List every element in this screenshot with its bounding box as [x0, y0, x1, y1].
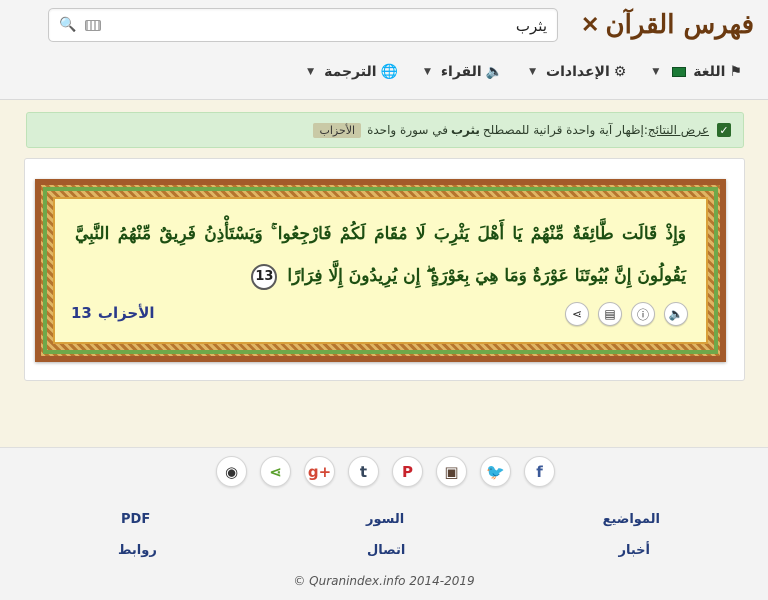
nav-language-label: اللغة [693, 64, 726, 80]
twitter-icon[interactable]: 🐦 [480, 456, 511, 487]
copyright: © Quranindex.info 2014-2019 [293, 574, 475, 588]
nav-reciters[interactable]: 🔈 القراء ▼ [424, 64, 503, 80]
share-icon[interactable]: ⋖ [260, 456, 291, 487]
share-icon: ⋖ [571, 307, 583, 321]
nav-language[interactable]: ⚑ اللغة ▼ [652, 64, 742, 80]
header-bar: فهرس القرآن ✕ 🔍 🌐 الترجمة ▼ 🔈 القراء ▼ ⚙… [0, 0, 768, 100]
info-icon: ⓘ [636, 307, 649, 322]
caret-down-icon: ▼ [423, 67, 431, 77]
nav-translation-label: الترجمة [324, 64, 377, 80]
site-logo[interactable]: فهرس القرآن ✕ [581, 10, 754, 40]
footer-link-news[interactable]: أخبار [619, 543, 651, 558]
logo-mark-icon: ✕ [581, 12, 600, 38]
share-button[interactable]: ⋖ [565, 302, 589, 326]
notice-text-1: إظهار آية واحدة قرانية للمصطلح [482, 123, 644, 137]
verse-frame: وَإِذْ قَالَت طَّائِفَةٌ مِّنْهُمْ يَا أ… [35, 179, 726, 362]
nav-settings[interactable]: ⚙ الإعدادات ▼ [529, 64, 626, 80]
tumblr-icon[interactable]: t [348, 456, 379, 487]
verse-card: وَإِذْ قَالَت طَّائِفَةٌ مِّنْهُمْ يَا أ… [53, 197, 708, 344]
verse-body: وَإِذْ قَالَت طَّائِفَةٌ مِّنْهُمْ يَا أ… [75, 224, 686, 286]
flag-icon: ⚑ [729, 64, 742, 80]
github-icon[interactable]: ◉ [216, 456, 247, 487]
nav-translation[interactable]: 🌐 الترجمة ▼ [307, 64, 398, 80]
social-links: ◉ ⋖ g+ t P ▣ 🐦 f [216, 456, 555, 487]
search-icon[interactable]: 🔍 [59, 17, 76, 33]
nav-settings-label: الإعدادات [546, 64, 610, 80]
ayah-number: 13 [251, 263, 278, 290]
result-panel: وَإِذْ قَالَت طَّائِفَةٌ مِّنْهُمْ يَا أ… [24, 158, 745, 381]
footer-link-links[interactable]: روابط [118, 543, 157, 558]
reference-surah: الأحزاب [97, 304, 155, 322]
notice-separator: : [643, 123, 648, 137]
surah-badge[interactable]: الأحزاب [313, 122, 362, 138]
speaker-icon: 🔈 [668, 307, 684, 321]
pinterest-icon[interactable]: P [392, 456, 423, 487]
search-input[interactable] [147, 15, 547, 37]
reference-ayah: 13 [71, 304, 92, 322]
checkbox-icon[interactable]: ✓ [717, 123, 731, 137]
logo-text: فهرس القرآن [605, 10, 754, 40]
footer-link-topics[interactable]: المواضيع [603, 512, 660, 527]
google-plus-icon[interactable]: g+ [304, 456, 335, 487]
info-button[interactable]: ⓘ [631, 302, 655, 326]
results-label[interactable]: عرض النتائج [648, 123, 709, 137]
play-audio-button[interactable]: 🔈 [664, 302, 688, 326]
instagram-icon[interactable]: ▣ [436, 456, 467, 487]
pdf-icon: ▤ [604, 307, 616, 321]
verse-actions: ⋖ ▤ ⓘ 🔈 [565, 302, 688, 326]
pdf-button[interactable]: ▤ [598, 302, 622, 326]
notice-text-2: في سورة واحدة [367, 123, 448, 137]
caret-down-icon: ▼ [652, 67, 660, 77]
nav-reciters-label: القراء [440, 64, 482, 80]
results-notice: ✓ عرض النتائج : إظهار آية واحدة قرانية ل… [26, 112, 744, 148]
main-nav: 🌐 الترجمة ▼ 🔈 القراء ▼ ⚙ الإعدادات ▼ ⚑ ا… [307, 64, 742, 80]
footer-link-pdf[interactable]: PDF [121, 512, 150, 527]
footer: ◉ ⋖ g+ t P ▣ 🐦 f المواضيع السور PDF أخبا… [0, 447, 768, 600]
footer-links: المواضيع السور PDF أخبار اتصال روابط [0, 512, 768, 572]
verse-reference[interactable]: الأحزاب 13 [71, 304, 155, 322]
globe-icon: 🌐 [380, 64, 398, 80]
facebook-icon[interactable]: f [524, 456, 555, 487]
caret-down-icon: ▼ [529, 67, 537, 77]
caret-down-icon: ▼ [307, 67, 315, 77]
saudi-flag-icon [672, 67, 687, 77]
speaker-icon: 🔈 [485, 64, 504, 80]
verse-text: وَإِذْ قَالَت طَّائِفَةٌ مِّنْهُمْ يَا أ… [75, 213, 686, 297]
search-box: 🔍 [48, 8, 558, 42]
keyboard-icon[interactable] [85, 20, 101, 31]
footer-link-contact[interactable]: اتصال [367, 543, 405, 558]
notice-term: يثرب [450, 123, 480, 137]
gear-icon: ⚙ [613, 64, 627, 80]
footer-link-suras[interactable]: السور [366, 512, 404, 527]
